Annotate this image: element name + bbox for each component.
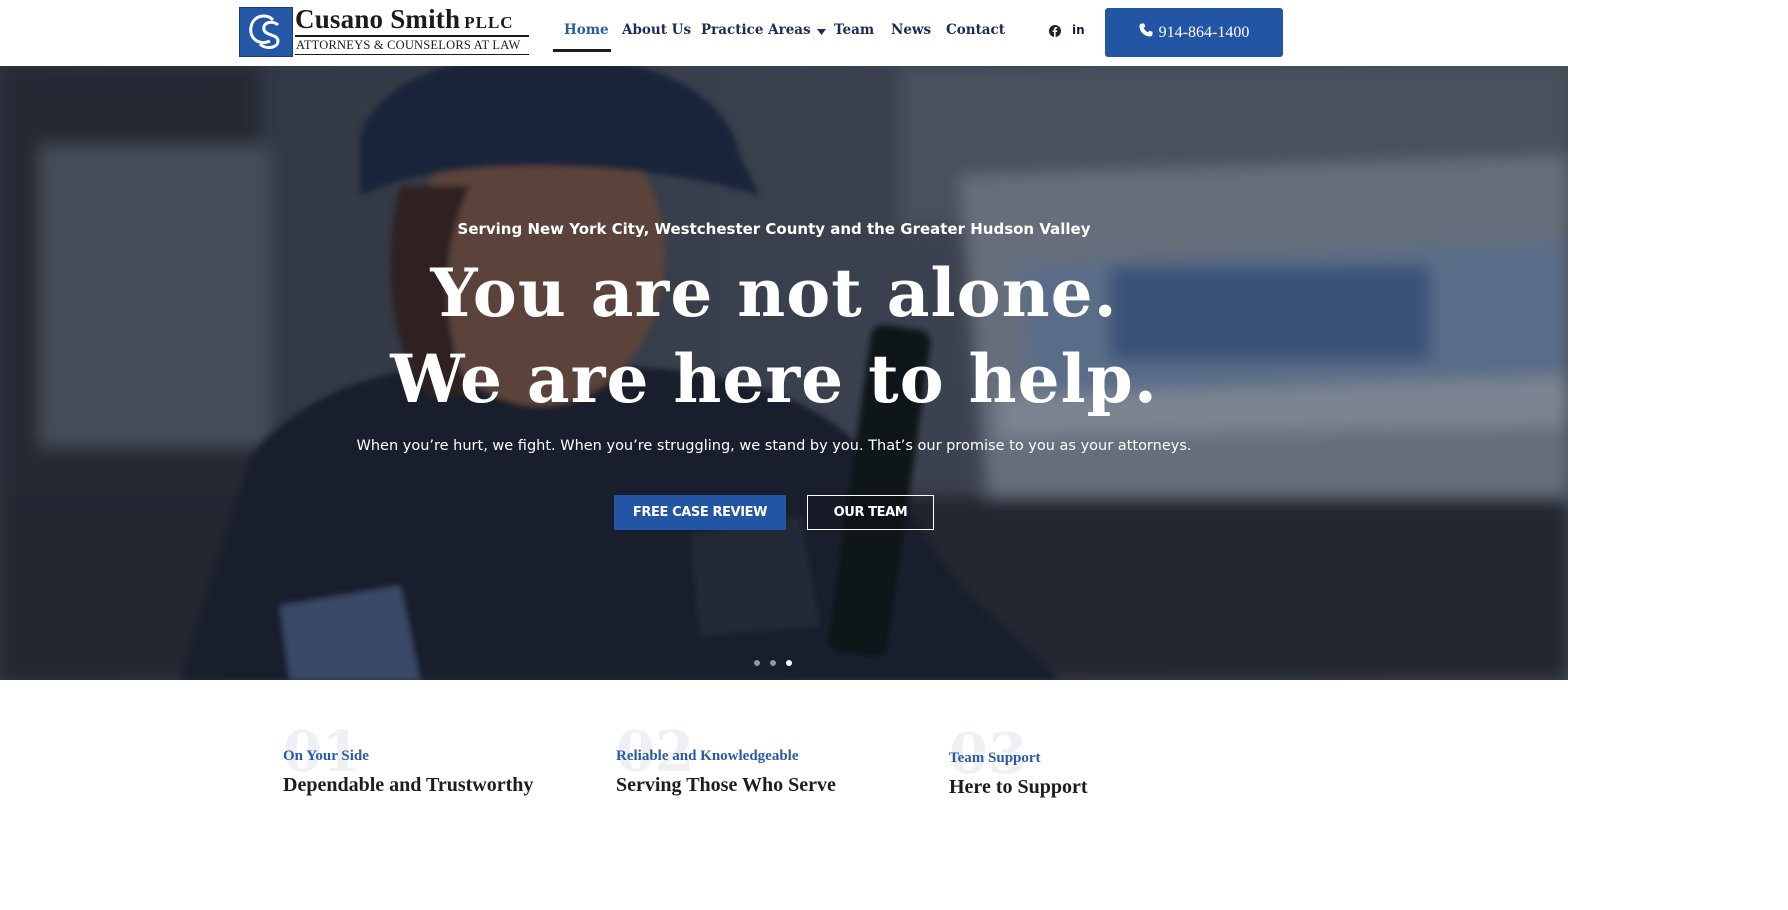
nav-item-contact[interactable]: Contact (946, 22, 1005, 38)
facebook-icon[interactable] (1049, 24, 1061, 42)
hero-title-line1: You are not alone. (430, 254, 1118, 332)
hero-kicker: Serving New York City, Westchester Count… (457, 220, 1091, 238)
brand-name: Cusano Smith PLLC (295, 4, 514, 34)
nav-item-label: Practice Areas (701, 22, 811, 38)
nav-active-indicator (553, 49, 611, 52)
free-case-review-button[interactable]: FREE CASE REVIEW (614, 495, 786, 530)
nav-item-home[interactable]: Home (564, 22, 609, 38)
cs-monogram-icon (239, 7, 293, 57)
nav-item-news[interactable]: News (891, 22, 931, 38)
phone-button[interactable]: 914-864-1400 (1105, 8, 1283, 57)
nav-item-about-us[interactable]: About Us (622, 22, 691, 38)
nav-item-practice-areas[interactable]: Practice Areas (701, 22, 826, 39)
feature-title: Serving Those Who Serve (616, 774, 836, 796)
feature-card-3: 03 Team Support Here to Support (949, 726, 1249, 806)
phone-number: 914-864-1400 (1158, 23, 1250, 41)
feature-card-2: 02 Reliable and Knowledgeable Serving Th… (616, 724, 916, 804)
linkedin-icon[interactable]: in (1072, 23, 1085, 37)
phone-icon (1139, 23, 1153, 42)
hero-subtitle: When you’re hurt, we fight. When you’re … (356, 438, 1192, 454)
site-logo[interactable]: Cusano Smith PLLC ATTORNEYS & COUNSELORS … (239, 4, 529, 57)
feature-kicker: Reliable and Knowledgeable (616, 748, 799, 764)
chevron-down-icon (816, 23, 826, 39)
slider-dot-2[interactable] (770, 660, 776, 666)
feature-card-1: 01 On Your Side Dependable and Trustwort… (283, 724, 583, 804)
brand-suffix: PLLC (464, 13, 514, 32)
nav-item-team[interactable]: Team (834, 22, 874, 38)
brand-tagline: ATTORNEYS & COUNSELORS AT LAW (296, 38, 521, 52)
slider-dot-3[interactable] (786, 660, 792, 666)
site-header: Cusano Smith PLLC ATTORNEYS & COUNSELORS … (0, 0, 1568, 66)
feature-title: Dependable and Trustworthy (283, 774, 534, 796)
hero-title-line2: We are here to help. (390, 340, 1158, 418)
slider-dot-1[interactable] (754, 660, 760, 666)
logo-rule (295, 35, 529, 37)
our-team-button[interactable]: OUR TEAM (807, 495, 934, 530)
logo-rule-bottom (295, 54, 529, 55)
feature-kicker: On Your Side (283, 748, 369, 764)
feature-kicker: Team Support (949, 750, 1041, 766)
hero-slider: Serving New York City, Westchester Count… (0, 66, 1568, 680)
feature-title: Here to Support (949, 776, 1088, 798)
